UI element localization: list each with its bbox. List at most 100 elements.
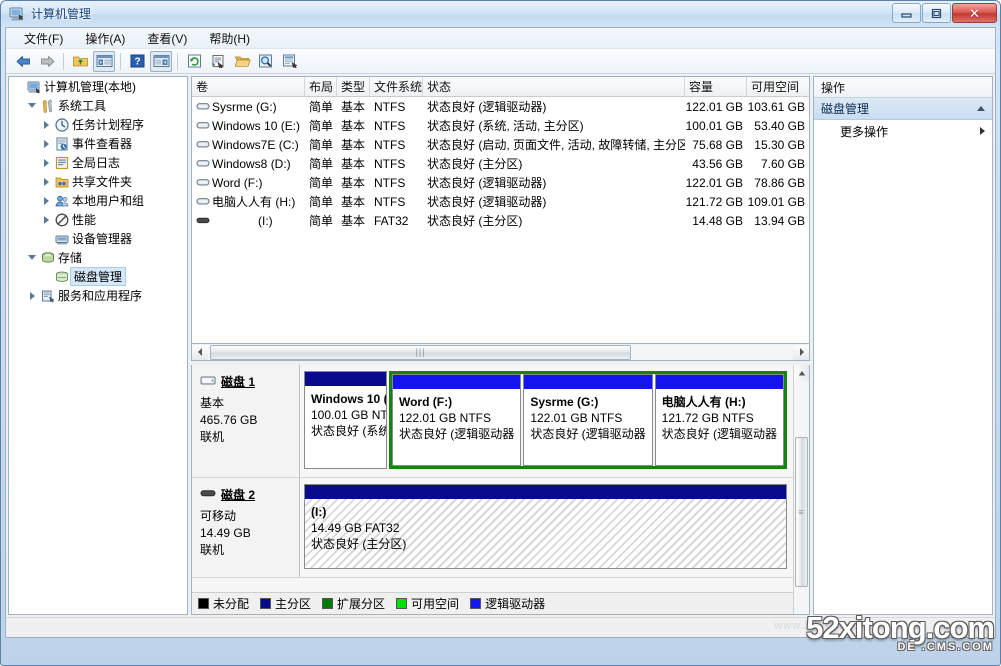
tree-performance[interactable]: 性能: [9, 210, 187, 229]
partition-WordF:[interactable]: Word (F:)122.01 GB NTFS状态良好 (逻辑驱动器: [392, 374, 521, 466]
scroll-left-icon[interactable]: [192, 345, 208, 360]
twisty-closed-icon[interactable]: [39, 121, 53, 129]
partition-color-bar: [656, 375, 783, 389]
scroll-up-icon[interactable]: [794, 365, 809, 381]
table-row[interactable]: Windows7E (C:)简单基本NTFS状态良好 (启动, 页面文件, 活动…: [192, 135, 809, 154]
volume-icon: [196, 138, 212, 151]
partition-SysrmeG:[interactable]: Sysrme (G:)122.01 GB NTFS状态良好 (逻辑驱动器: [523, 374, 652, 466]
tree-shared-folders[interactable]: 共享文件夹: [9, 172, 187, 191]
twisty-closed-icon[interactable]: [39, 159, 53, 167]
cell-layout: 简单: [305, 136, 337, 153]
disk-management-pane: 卷 布局 类型 文件系统 状态 容量 可用空间 Sysrme (G:)简单基本N…: [191, 76, 810, 615]
refresh-icon[interactable]: [183, 51, 205, 72]
minimize-button[interactable]: [892, 3, 921, 23]
tree-item-label: 计算机管理(本地): [42, 78, 138, 95]
services-icon: [39, 289, 56, 303]
status-bar: [6, 617, 995, 637]
navigation-tree-pane[interactable]: 计算机管理(本地)系统工具任务计划程序事件查看器全局日志共享文件夹本地用户和组性…: [8, 76, 188, 615]
up-folder-icon[interactable]: [69, 51, 91, 72]
window-controls: ✕: [892, 3, 997, 23]
table-row[interactable]: Word (F:)简单基本NTFS状态良好 (逻辑驱动器)122.01 GB78…: [192, 173, 809, 192]
tree-services-apps[interactable]: 服务和应用程序: [9, 286, 187, 305]
table-row[interactable]: Windows 10 (E:)简单基本NTFS状态良好 (系统, 活动, 主分区…: [192, 116, 809, 135]
col-filesystem[interactable]: 文件系统: [370, 77, 423, 96]
tree-computer-management[interactable]: 计算机管理(本地): [9, 77, 187, 96]
tools-icon: [39, 99, 56, 113]
cell-capacity: 122.01 GB: [685, 176, 747, 190]
volume-list[interactable]: 卷 布局 类型 文件系统 状态 容量 可用空间 Sysrme (G:)简单基本N…: [191, 76, 810, 344]
close-button[interactable]: ✕: [952, 3, 997, 23]
forward-icon[interactable]: [36, 51, 58, 72]
back-icon[interactable]: [12, 51, 34, 72]
menu-action[interactable]: 操作(A): [75, 28, 135, 49]
table-row[interactable]: Sysrme (G:)简单基本NTFS状态良好 (逻辑驱动器)122.01 GB…: [192, 97, 809, 116]
three-pane-body: 计算机管理(本地)系统工具任务计划程序事件查看器全局日志共享文件夹本地用户和组性…: [6, 74, 995, 617]
twisty-closed-icon[interactable]: [39, 216, 53, 224]
action-more-actions[interactable]: 更多操作: [814, 120, 992, 142]
twisty-closed-icon[interactable]: [39, 178, 53, 186]
tree-event-viewer[interactable]: 事件查看器: [9, 134, 187, 153]
cell-free: 53.40 GB: [747, 119, 809, 133]
partition-Windows10E:[interactable]: Windows 10 (E:)100.01 GB NTFS状态良好 (系统, 活…: [304, 371, 387, 469]
col-type[interactable]: 类型: [337, 77, 370, 96]
find-icon[interactable]: [255, 51, 277, 72]
menu-view[interactable]: 查看(V): [137, 28, 197, 49]
cell-volume: Windows7E (C:): [192, 138, 305, 152]
maximize-button[interactable]: [922, 3, 951, 23]
volume-list-hscrollbar[interactable]: |||: [191, 344, 810, 361]
twisty-closed-icon[interactable]: [25, 292, 39, 300]
tree-disk-management[interactable]: 磁盘管理: [9, 267, 187, 286]
tree-system-tools[interactable]: 系统工具: [9, 96, 187, 115]
open-icon[interactable]: [231, 51, 253, 72]
col-free-space[interactable]: 可用空间: [747, 77, 809, 96]
export-list-icon[interactable]: [279, 51, 301, 72]
hscroll-thumb[interactable]: |||: [210, 345, 631, 360]
vscroll-track[interactable]: ≡: [794, 381, 809, 614]
tree-storage[interactable]: 存储: [9, 248, 187, 267]
partition-size-fs: 122.01 GB NTFS: [399, 410, 514, 426]
col-volume[interactable]: 卷: [192, 77, 305, 96]
table-row[interactable]: (I:)简单基本FAT32状态良好 (主分区)14.48 GB13.94 GB: [192, 211, 809, 230]
disk-2-type: 可移动: [200, 508, 291, 525]
partition-size-fs: 122.01 GB NTFS: [530, 410, 645, 426]
disk-1-partitions: Windows 10 (E:)100.01 GB NTFS状态良好 (系统, 活…: [300, 365, 793, 477]
partition-size-fs: 14.49 GB FAT32: [311, 520, 780, 536]
twisty-open-icon[interactable]: [25, 255, 39, 260]
table-row[interactable]: 电脑人人有 (H:)简单基本NTFS状态良好 (逻辑驱动器)121.72 GB1…: [192, 192, 809, 211]
scroll-right-icon[interactable]: [793, 345, 809, 360]
show-action-pane-icon[interactable]: [150, 51, 172, 72]
grip-icon: |||: [416, 347, 426, 357]
volume-list-rows: Sysrme (G:)简单基本NTFS状态良好 (逻辑驱动器)122.01 GB…: [192, 97, 809, 343]
chevron-right-icon[interactable]: [980, 127, 985, 135]
twisty-closed-icon[interactable]: [39, 197, 53, 205]
col-status[interactable]: 状态: [423, 77, 685, 96]
cell-capacity: 43.56 GB: [685, 157, 747, 171]
disk-2[interactable]: 磁盘 2可移动14.49 GB联机(I:)14.49 GB FAT32状态良好 …: [192, 478, 793, 578]
twisty-closed-icon[interactable]: [39, 140, 53, 148]
show-hide-tree-icon[interactable]: [93, 51, 115, 72]
tree-global-logs[interactable]: 全局日志: [9, 153, 187, 172]
legend-unallocated: 未分配: [198, 595, 249, 612]
graphic-vscrollbar[interactable]: ≡: [793, 365, 809, 614]
tree-device-manager[interactable]: 设备管理器: [9, 229, 187, 248]
properties-icon[interactable]: [207, 51, 229, 72]
menu-help[interactable]: 帮助(H): [199, 28, 260, 49]
menu-file[interactable]: 文件(F): [14, 28, 73, 49]
chevron-up-icon[interactable]: [977, 106, 985, 111]
hscroll-track[interactable]: |||: [208, 345, 793, 360]
cell-volume: Windows8 (D:): [192, 157, 305, 171]
twisty-open-icon[interactable]: [25, 103, 39, 108]
cell-fs: NTFS: [370, 176, 423, 190]
vscroll-thumb[interactable]: ≡: [795, 437, 808, 587]
tree-local-users-groups[interactable]: 本地用户和组: [9, 191, 187, 210]
partition-H:[interactable]: 电脑人人有 (H:)121.72 GB NTFS状态良好 (逻辑驱动器: [655, 374, 784, 466]
col-capacity[interactable]: 容量: [685, 77, 747, 96]
col-layout[interactable]: 布局: [305, 77, 337, 96]
partition-I:[interactable]: (I:)14.49 GB FAT32状态良好 (主分区): [304, 484, 787, 569]
help-icon[interactable]: ?: [126, 51, 148, 72]
disk-1[interactable]: 磁盘 1基本465.76 GB联机Windows 10 (E:)100.01 G…: [192, 365, 793, 478]
actions-group-disk-management[interactable]: 磁盘管理: [814, 98, 992, 120]
table-row[interactable]: Windows8 (D:)简单基本NTFS状态良好 (主分区)43.56 GB7…: [192, 154, 809, 173]
cell-type: 基本: [337, 155, 370, 172]
tree-task-scheduler[interactable]: 任务计划程序: [9, 115, 187, 134]
